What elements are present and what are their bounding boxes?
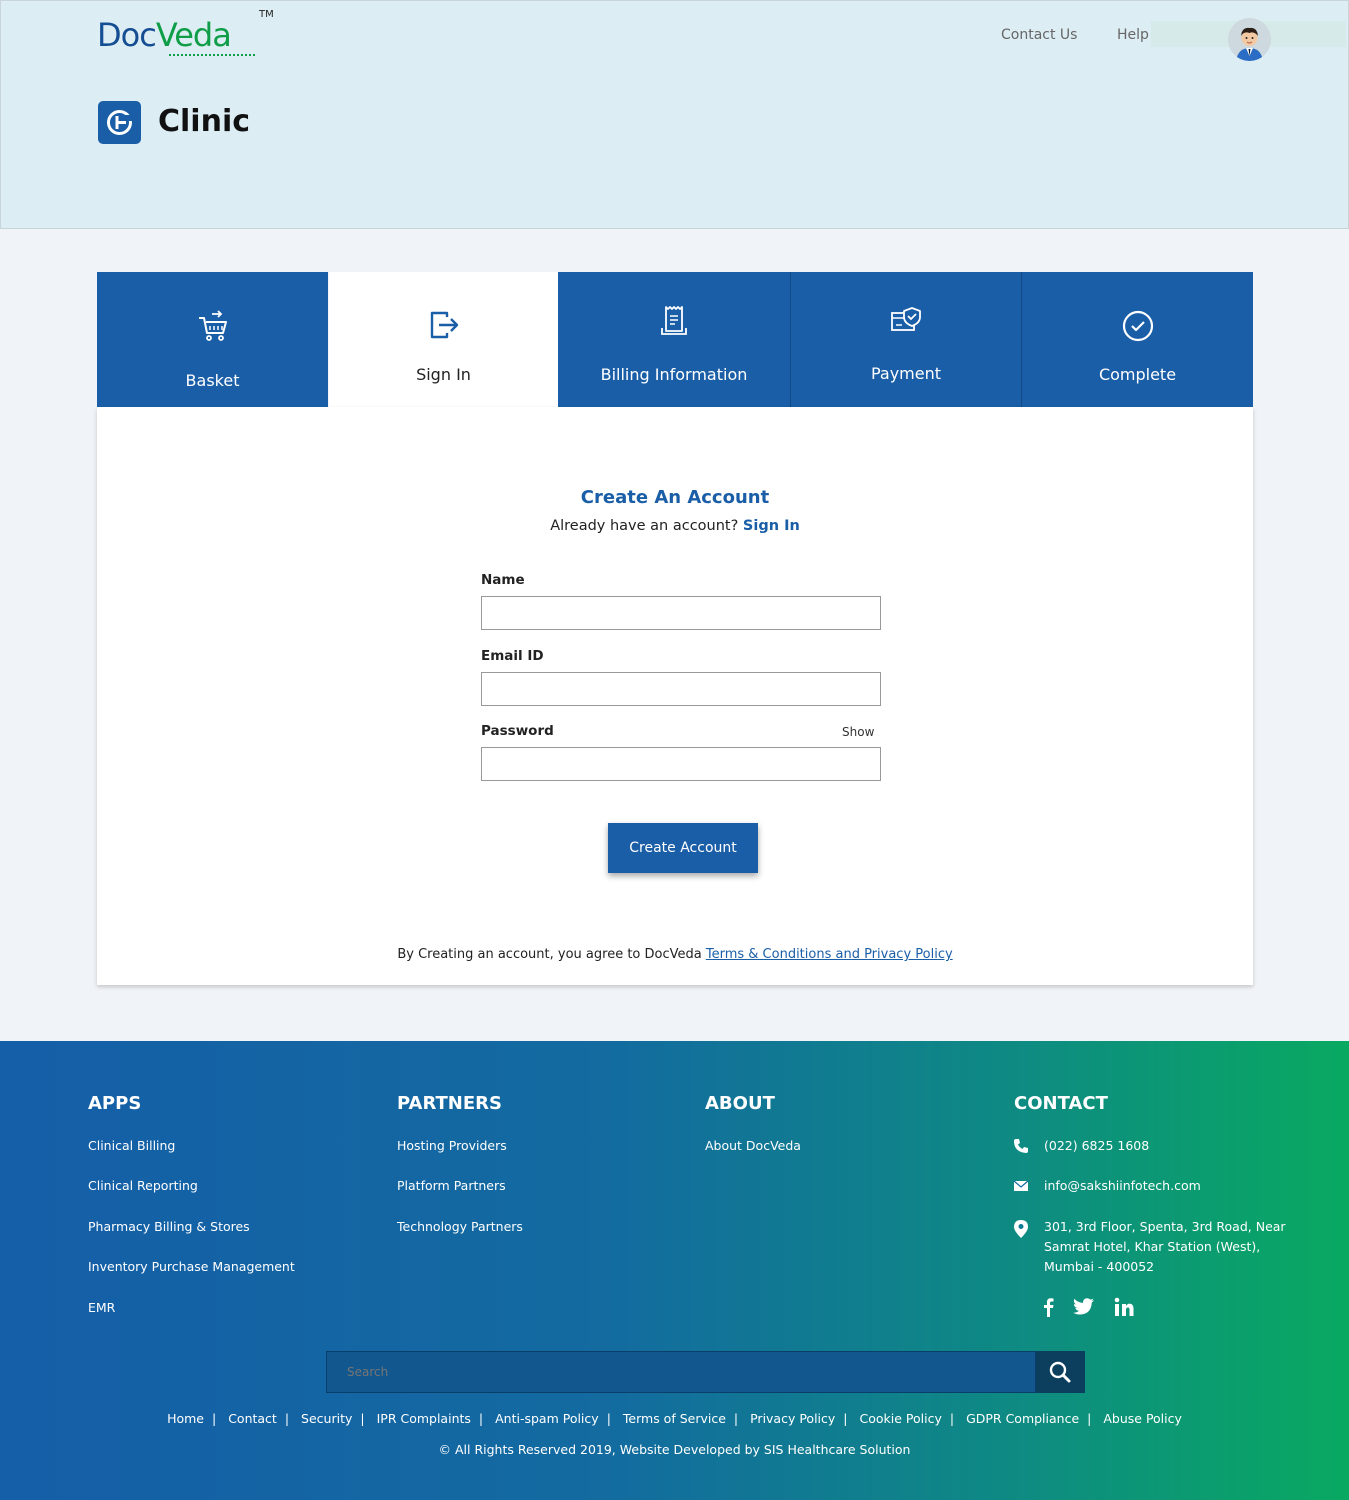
step-label: Billing Information bbox=[600, 365, 748, 384]
location-pin-icon bbox=[1014, 1220, 1028, 1238]
sign-in-link[interactable]: Sign In bbox=[743, 518, 800, 534]
step-billing-information[interactable]: Billing Information bbox=[558, 272, 790, 407]
footer-partners-title: PARTNERS bbox=[397, 1093, 502, 1114]
mail-icon bbox=[1013, 1180, 1029, 1191]
footer-address-line-3: Mumbai - 400052 bbox=[1044, 1259, 1155, 1274]
bottom-link-antispam[interactable]: Anti-spam Policy bbox=[495, 1411, 599, 1426]
logo-dots bbox=[169, 54, 255, 56]
footer-search-button[interactable] bbox=[1036, 1351, 1085, 1393]
payment-card-icon bbox=[891, 307, 921, 331]
bottom-link-abuse[interactable]: Abuse Policy bbox=[1103, 1411, 1182, 1426]
bottom-link-home[interactable]: Home bbox=[167, 1411, 204, 1426]
clinic-app-icon bbox=[98, 101, 141, 144]
docveda-logo[interactable]: DocVeda TM bbox=[97, 9, 277, 65]
step-label: Payment bbox=[870, 364, 942, 383]
bottom-link-gdpr[interactable]: GDPR Compliance bbox=[966, 1411, 1079, 1426]
step-label: Complete bbox=[1098, 365, 1177, 384]
footer-email[interactable]: info@sakshiinfotech.com bbox=[1044, 1178, 1201, 1193]
terms-link[interactable]: Terms & Conditions and Privacy Policy bbox=[706, 947, 953, 962]
page-header: DocVeda TM Contact Us Help Clinic bbox=[0, 0, 1349, 229]
trademark-mark: TM bbox=[259, 9, 274, 20]
bottom-link-security[interactable]: Security bbox=[301, 1411, 352, 1426]
logo-wordmark: DocVeda bbox=[97, 16, 232, 54]
footer-bottom-links: Home | Contact | Security | IPR Complaints |… bbox=[167, 1411, 1182, 1426]
footer-link-clinical-billing[interactable]: Clinical Billing bbox=[88, 1138, 175, 1153]
password-label: Password bbox=[481, 723, 554, 739]
search-icon bbox=[1049, 1361, 1071, 1383]
step-sign-in[interactable]: Sign In bbox=[329, 272, 558, 407]
bottom-link-terms[interactable]: Terms of Service bbox=[623, 1411, 726, 1426]
bottom-link-contact[interactable]: Contact bbox=[228, 1411, 277, 1426]
page-title: Clinic bbox=[158, 104, 251, 139]
step-basket[interactable]: Basket bbox=[97, 272, 328, 407]
nav-help[interactable]: Help bbox=[1117, 27, 1149, 43]
step-payment[interactable]: Payment bbox=[791, 272, 1021, 407]
sign-in-icon bbox=[430, 311, 458, 339]
bottom-link-cookie[interactable]: Cookie Policy bbox=[860, 1411, 942, 1426]
step-complete[interactable]: Complete bbox=[1022, 272, 1253, 407]
cart-icon bbox=[198, 310, 227, 341]
bottom-link-privacy[interactable]: Privacy Policy bbox=[750, 1411, 835, 1426]
step-label: Basket bbox=[185, 371, 240, 390]
linkedin-icon[interactable] bbox=[1114, 1297, 1134, 1317]
create-account-button[interactable]: Create Account bbox=[608, 823, 758, 873]
footer-link-platform[interactable]: Platform Partners bbox=[397, 1178, 506, 1193]
footer-address-line-2: Samrat Hotel, Khar Station (West), bbox=[1044, 1239, 1261, 1254]
email-label: Email ID bbox=[481, 648, 544, 664]
footer-search-input[interactable] bbox=[326, 1351, 1036, 1393]
form-title: Create An Account bbox=[580, 487, 770, 508]
facebook-icon[interactable] bbox=[1041, 1297, 1055, 1317]
copyright: © All Rights Reserved 2019, Website Deve… bbox=[438, 1442, 911, 1457]
check-circle-icon bbox=[1122, 310, 1153, 342]
footer-address-line-1: 301, 3rd Floor, Spenta, 3rd Road, Near bbox=[1044, 1219, 1286, 1234]
name-input[interactable] bbox=[481, 596, 881, 630]
footer-link-hosting[interactable]: Hosting Providers bbox=[397, 1138, 507, 1153]
name-label: Name bbox=[481, 572, 525, 588]
footer-link-about[interactable]: About DocVeda bbox=[705, 1138, 801, 1153]
footer-about-title: ABOUT bbox=[705, 1093, 775, 1114]
show-password-toggle[interactable]: Show bbox=[842, 725, 874, 739]
terms-notice: By Creating an account, you agree to Doc… bbox=[97, 947, 1253, 962]
step-label: Sign In bbox=[416, 365, 471, 384]
phone-icon bbox=[1014, 1139, 1028, 1153]
checkout-steps: Basket Sign In Billing Information Payme… bbox=[97, 272, 1253, 407]
bottom-link-ipr[interactable]: IPR Complaints bbox=[377, 1411, 471, 1426]
subtitle-text: Already have an account? bbox=[550, 518, 739, 534]
terms-text: By Creating an account, you agree to Doc… bbox=[397, 947, 702, 962]
footer-link-pharmacy-billing[interactable]: Pharmacy Billing & Stores bbox=[88, 1219, 250, 1234]
footer-apps-title: APPS bbox=[88, 1093, 142, 1114]
footer-phone[interactable]: (022) 6825 1608 bbox=[1044, 1138, 1149, 1153]
footer-link-technology[interactable]: Technology Partners bbox=[397, 1219, 523, 1234]
twitter-icon[interactable] bbox=[1073, 1297, 1095, 1317]
user-avatar[interactable] bbox=[1228, 18, 1271, 61]
form-subtitle: Already have an account? Sign In bbox=[97, 518, 1253, 534]
page-footer: APPS Clinical Billing Clinical Reporting… bbox=[0, 1041, 1349, 1500]
receipt-icon bbox=[661, 306, 687, 335]
footer-link-inventory[interactable]: Inventory Purchase Management bbox=[88, 1259, 295, 1274]
create-account-card: Create An Account Already have an accoun… bbox=[97, 407, 1253, 985]
footer-link-clinical-reporting[interactable]: Clinical Reporting bbox=[88, 1178, 198, 1193]
nav-contact-us[interactable]: Contact Us bbox=[1001, 27, 1077, 43]
footer-contact-title: CONTACT bbox=[1014, 1093, 1108, 1114]
footer-link-emr[interactable]: EMR bbox=[88, 1300, 115, 1315]
password-input[interactable] bbox=[481, 747, 881, 781]
email-input[interactable] bbox=[481, 672, 881, 706]
